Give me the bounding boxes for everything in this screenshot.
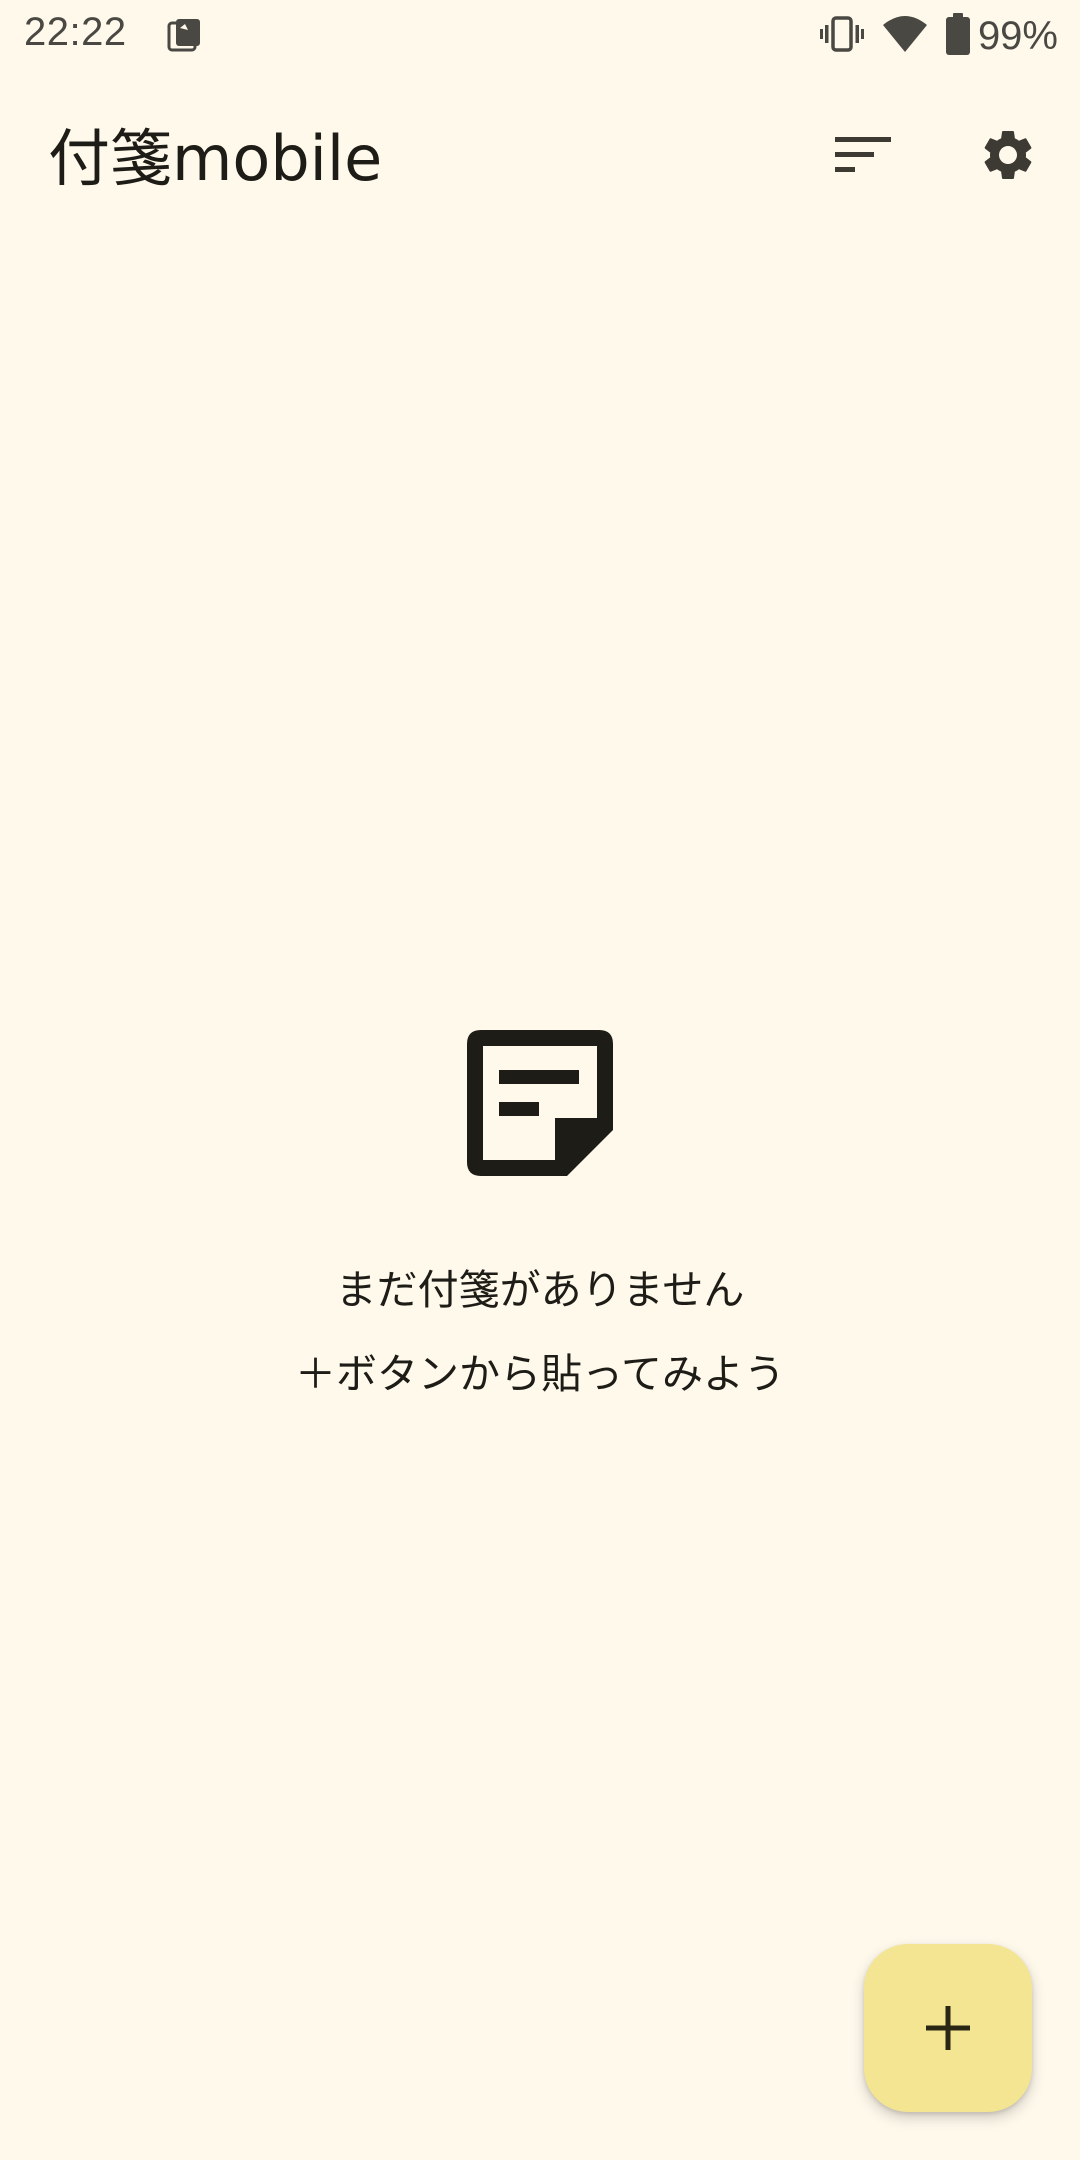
sort-button[interactable] bbox=[818, 110, 908, 200]
status-icons: 99% bbox=[802, 8, 1058, 64]
plus-icon bbox=[926, 2006, 970, 2050]
notification-icon bbox=[166, 16, 204, 54]
empty-state: まだ付箋がありません ＋ボタンから貼ってみよう bbox=[0, 1030, 1080, 1416]
status-bar: 22:22 99% bbox=[0, 0, 1080, 72]
wifi-icon bbox=[882, 14, 928, 58]
battery-percent: 99% bbox=[977, 13, 1058, 58]
status-time: 22:22 bbox=[24, 10, 127, 54]
empty-hint: ＋ボタンから貼ってみよう bbox=[295, 1350, 785, 1398]
gear-icon bbox=[984, 131, 1032, 179]
sticky-note-icon bbox=[467, 1030, 613, 1176]
empty-message: まだ付箋がありません bbox=[335, 1266, 745, 1314]
sort-icon bbox=[835, 137, 891, 172]
app-title: 付箋mobile bbox=[48, 122, 383, 195]
vibrate-icon bbox=[819, 14, 864, 58]
add-note-button[interactable] bbox=[864, 1944, 1032, 2112]
battery-icon bbox=[945, 13, 970, 59]
settings-button[interactable] bbox=[963, 110, 1053, 200]
app-bar: 付箋mobile bbox=[0, 90, 1080, 220]
